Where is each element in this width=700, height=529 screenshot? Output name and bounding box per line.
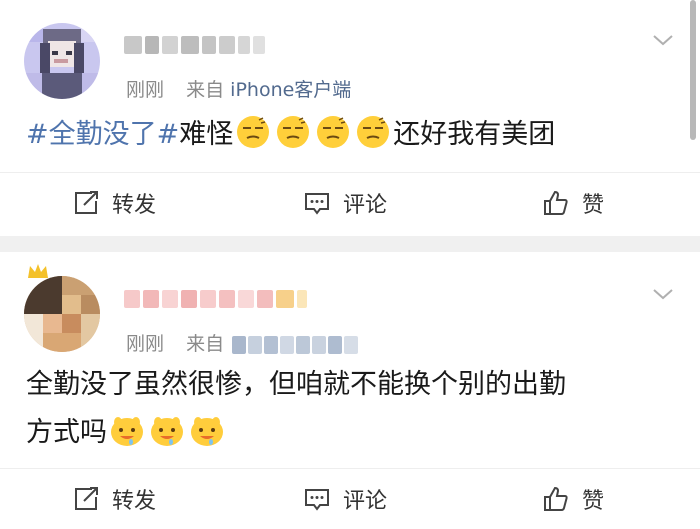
comment-button[interactable]: 评论 — [303, 469, 387, 529]
content-line-2: 方式吗 — [26, 412, 676, 454]
source-prefix: 来自 — [186, 333, 225, 355]
smirk-emoji — [277, 116, 310, 148]
post-separator — [0, 236, 700, 252]
repost-button[interactable]: 转发 — [72, 173, 156, 233]
topic-link[interactable]: #全勤没了# — [26, 119, 179, 150]
content-text: 还好我有美团 — [393, 119, 556, 150]
crown-icon — [28, 264, 48, 278]
content-line: 全勤没了虽然很惨，但咱就不能换个别的出勤 — [26, 369, 566, 400]
repost-icon — [75, 487, 98, 510]
content-text: 方式吗 — [26, 417, 107, 448]
smirk-emoji — [237, 116, 270, 148]
comment-icon — [305, 193, 329, 215]
like-button[interactable]: 赞 — [542, 173, 604, 233]
repost-button[interactable]: 转发 — [72, 469, 156, 529]
smirk-emoji — [357, 116, 390, 148]
comment-button[interactable]: 评论 — [303, 173, 387, 233]
post-meta: 刚刚 来自 — [126, 329, 359, 356]
like-label: 赞 — [582, 193, 605, 218]
post-time: 刚刚 — [126, 333, 165, 355]
like-label: 赞 — [582, 489, 605, 514]
avatar[interactable] — [24, 23, 100, 99]
like-button[interactable]: 赞 — [542, 469, 604, 529]
source-name-blurred[interactable] — [232, 335, 359, 354]
comment-label: 评论 — [343, 489, 388, 514]
action-bar: 转发 评论 赞 — [0, 172, 700, 233]
username-blurred[interactable] — [124, 34, 265, 56]
post-meta: 刚刚 来自 iPhone客户端 — [126, 75, 351, 102]
drooling-emoji — [151, 417, 183, 446]
post-content: #全勤没了#难怪 还好我有美团 — [26, 114, 676, 156]
drooling-emoji — [111, 417, 143, 446]
username-blurred[interactable] — [124, 288, 307, 310]
chevron-down-icon[interactable] — [652, 29, 674, 51]
post-time: 刚刚 — [126, 79, 165, 101]
like-icon — [544, 486, 568, 511]
post-content: 全勤没了虽然很惨，但咱就不能换个别的出勤 方式吗 — [26, 364, 676, 454]
drooling-emoji — [191, 417, 223, 446]
repost-label: 转发 — [112, 489, 157, 514]
repost-label: 转发 — [112, 193, 157, 218]
source-prefix: 来自 — [186, 79, 225, 101]
source-name[interactable]: iPhone客户端 — [230, 79, 351, 101]
scrollbar[interactable] — [690, 0, 696, 140]
content-text: 难怪 — [179, 119, 234, 150]
smirk-emoji — [317, 116, 350, 148]
like-icon — [544, 190, 568, 215]
post-card-2: 刚刚 来自 全勤没了虽然很惨，但咱就不能换个别的出勤 方式吗 转发 评论 赞 — [0, 252, 700, 526]
avatar[interactable] — [24, 276, 100, 352]
post-card-1: 刚刚 来自 iPhone客户端 #全勤没了#难怪 还好我有美团 转发 评论 赞 — [0, 0, 700, 236]
comment-label: 评论 — [343, 193, 388, 218]
action-bar: 转发 评论 赞 — [0, 468, 700, 529]
repost-icon — [75, 191, 98, 214]
comment-icon — [305, 489, 329, 511]
chevron-down-icon[interactable] — [652, 283, 674, 305]
